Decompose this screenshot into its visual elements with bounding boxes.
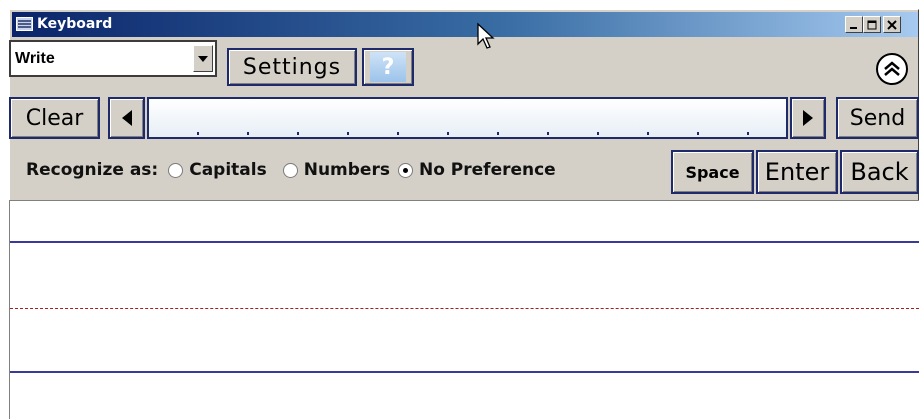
double-chevron-up-icon xyxy=(884,61,900,76)
maximize-button[interactable] xyxy=(863,16,881,33)
back-button[interactable]: Back xyxy=(840,150,919,194)
tick-mark xyxy=(297,132,299,135)
arrow-left-icon xyxy=(121,110,132,126)
dropdown-arrow-button[interactable] xyxy=(193,45,213,72)
tick-mark xyxy=(697,132,699,135)
tick-mark xyxy=(397,132,399,135)
enter-button[interactable]: Enter xyxy=(756,150,838,194)
radio-numbers[interactable] xyxy=(282,162,298,178)
tick-mark xyxy=(647,132,649,135)
tick-mark xyxy=(747,132,749,135)
tick-mark xyxy=(547,132,549,135)
minimize-button[interactable] xyxy=(845,16,863,33)
radio-capitals-label[interactable]: Capitals xyxy=(189,160,267,180)
minimize-icon xyxy=(850,26,857,29)
radio-capitals[interactable] xyxy=(168,162,184,178)
window-title: Keyboard xyxy=(37,16,113,32)
baseline-guide-line xyxy=(10,371,919,373)
tick-mark xyxy=(497,132,499,135)
scroll-left-button[interactable] xyxy=(108,97,145,139)
send-button[interactable]: Send xyxy=(836,97,919,139)
help-icon: ? xyxy=(370,52,406,82)
mode-value: Write xyxy=(15,50,55,67)
mid-guide-line xyxy=(10,308,919,309)
tick-mark xyxy=(597,132,599,135)
radio-numbers-label[interactable]: Numbers xyxy=(304,160,390,180)
mouse-cursor-icon xyxy=(477,22,495,49)
tick-mark xyxy=(447,132,449,135)
scroll-right-button[interactable] xyxy=(790,97,826,139)
title-bar[interactable]: Keyboard xyxy=(12,12,918,37)
radio-no-preference-label[interactable]: No Preference xyxy=(419,160,556,180)
handwriting-area[interactable] xyxy=(9,200,919,419)
collapse-button[interactable] xyxy=(876,53,908,85)
mode-dropdown[interactable]: Write xyxy=(9,40,217,77)
keyboard-icon xyxy=(16,17,33,31)
close-icon xyxy=(887,19,897,30)
clear-button[interactable]: Clear xyxy=(9,97,100,139)
settings-button[interactable]: Settings xyxy=(227,48,357,86)
tick-mark xyxy=(197,132,199,135)
recognize-label: Recognize as: xyxy=(26,160,159,180)
close-button[interactable] xyxy=(883,16,901,33)
radio-no-preference[interactable] xyxy=(397,162,413,178)
tick-mark xyxy=(347,132,349,135)
recognize-options: Recognize as: Capitals Numbers No Prefer… xyxy=(26,158,556,182)
top-guide-line xyxy=(10,241,919,243)
arrow-right-icon xyxy=(803,110,813,126)
recognized-text-field[interactable] xyxy=(147,97,788,139)
tick-mark xyxy=(247,132,249,135)
help-button[interactable]: ? xyxy=(362,48,414,86)
space-button[interactable]: Space xyxy=(671,150,754,194)
maximize-icon xyxy=(867,20,877,29)
chevron-down-icon xyxy=(198,55,208,62)
